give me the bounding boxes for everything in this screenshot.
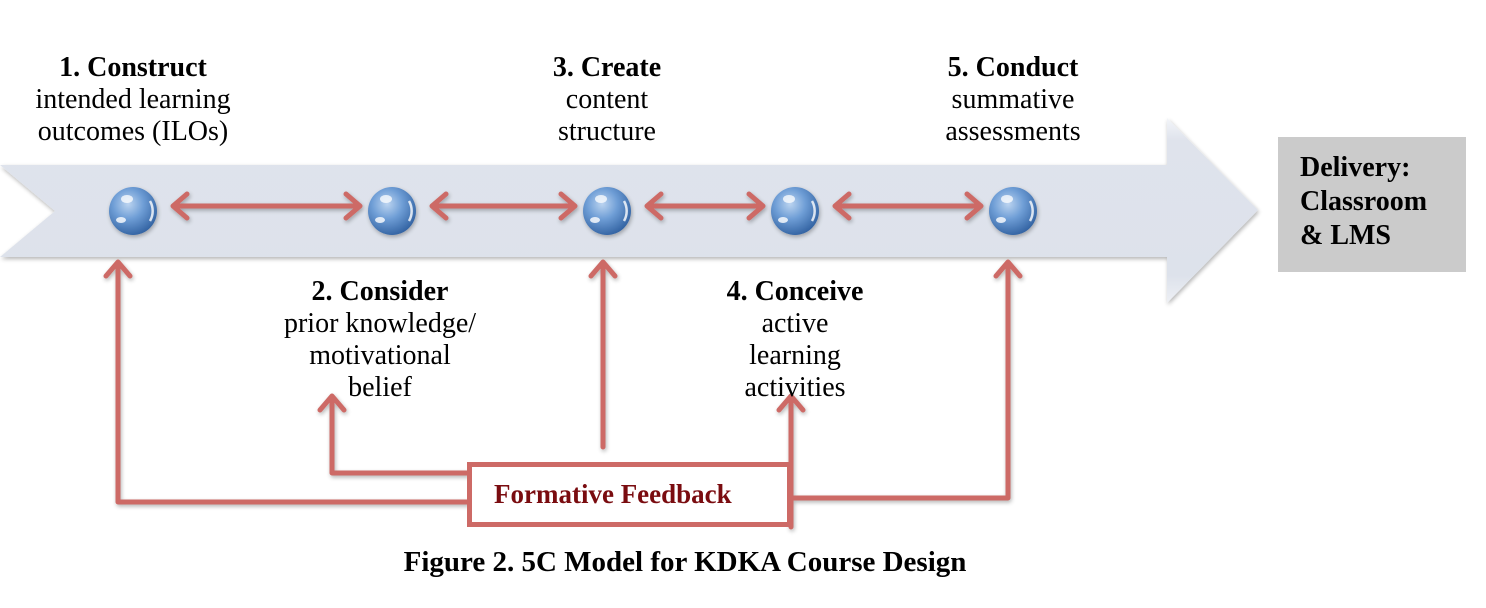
formative-feedback-label: Formative Feedback [494,479,732,509]
step-description-line: belief [348,372,412,403]
delivery-line: Classroom [1300,186,1428,217]
step-description-line: structure [558,116,656,147]
step-node-5 [989,187,1037,235]
step-title: 2. Consider [311,276,449,307]
step-label-1: 1. Construct intended learning outcomes (I… [35,52,230,148]
step-title: 3. Create [552,52,662,83]
step-title: 1. Construct [59,52,207,83]
feedback-arrow-to-create [588,259,618,450]
formative-feedback-box: Formative Feedback [467,462,792,527]
figure-caption: Figure 2. 5C Model for KDKA Course Desig… [403,546,967,578]
step-description-line: assessments [945,116,1081,147]
step-description-line: outcomes (ILOs) [37,116,229,147]
delivery-line: Delivery: [1300,152,1411,183]
step-node-4 [771,187,819,235]
step-description-line: summative [951,84,1075,115]
step-title: 4. Conceive [726,276,864,307]
delivery-line: & LMS [1300,220,1391,251]
step-description-line: prior knowledge/ [283,308,477,339]
step-description-line: intended learning [35,84,231,115]
step-title: 5. Conduct [947,52,1079,83]
step-label-2: 2. Consider prior knowledge/motivational b… [284,276,476,404]
step-description-line: activities [744,372,846,403]
step-description-line: learning [749,340,841,371]
step-description-line: motivational [309,340,451,371]
feedback-arrow-to-consider [317,393,470,476]
step-node-3 [583,187,631,235]
step-description-line: content [565,84,649,115]
step-label-3: 3. Create content structure [553,52,661,148]
step-node-2 [368,187,416,235]
delivery-box: Delivery: Classroom & LMS [1278,137,1466,272]
step-node-1 [109,187,157,235]
step-label-4: 4. Conceive active learning activities [727,276,864,404]
step-label-5: 5. Conduct summative assessments [945,52,1080,148]
step-description-line: active [761,308,829,339]
